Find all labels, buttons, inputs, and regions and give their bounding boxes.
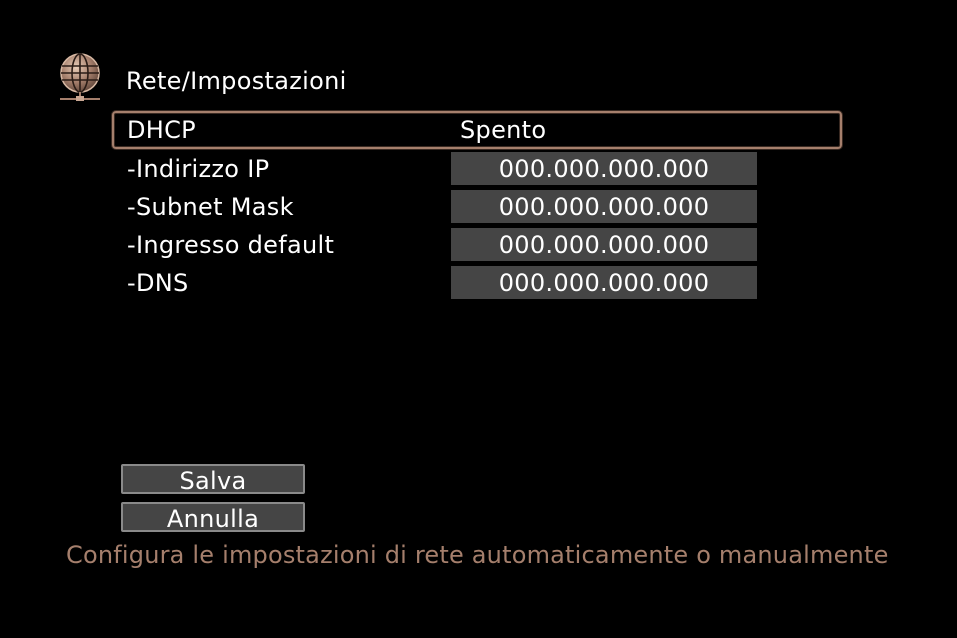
save-button[interactable]: Salva bbox=[121, 464, 305, 495]
dhcp-row[interactable]: DHCP Spento bbox=[112, 111, 844, 149]
dns-field[interactable]: 000.000.000.000 bbox=[451, 266, 757, 299]
globe-network-icon bbox=[60, 53, 100, 101]
page-title: Rete/Impostazioni bbox=[126, 67, 347, 95]
default-gateway-label: -Ingresso default bbox=[127, 231, 335, 259]
dns-row[interactable]: -DNS 000.000.000.000 bbox=[112, 264, 844, 302]
subnet-mask-field[interactable]: 000.000.000.000 bbox=[451, 190, 757, 223]
cancel-button[interactable]: Annulla bbox=[121, 502, 305, 533]
default-gateway-field[interactable]: 000.000.000.000 bbox=[451, 228, 757, 261]
ip-address-label: -Indirizzo IP bbox=[127, 155, 270, 183]
help-text: Configura le impostazioni di rete automa… bbox=[66, 541, 889, 569]
subnet-mask-row[interactable]: -Subnet Mask 000.000.000.000 bbox=[112, 188, 844, 226]
default-gateway-row[interactable]: -Ingresso default 000.000.000.000 bbox=[112, 226, 844, 264]
subnet-mask-label: -Subnet Mask bbox=[127, 193, 294, 221]
dhcp-value: Spento bbox=[460, 116, 547, 144]
ip-address-field[interactable]: 000.000.000.000 bbox=[451, 152, 757, 185]
network-settings-list: DHCP Spento -Indirizzo IP 000.000.000.00… bbox=[112, 111, 844, 302]
dns-label: -DNS bbox=[127, 269, 189, 297]
dhcp-label: DHCP bbox=[127, 116, 196, 144]
ip-address-row[interactable]: -Indirizzo IP 000.000.000.000 bbox=[112, 150, 844, 188]
